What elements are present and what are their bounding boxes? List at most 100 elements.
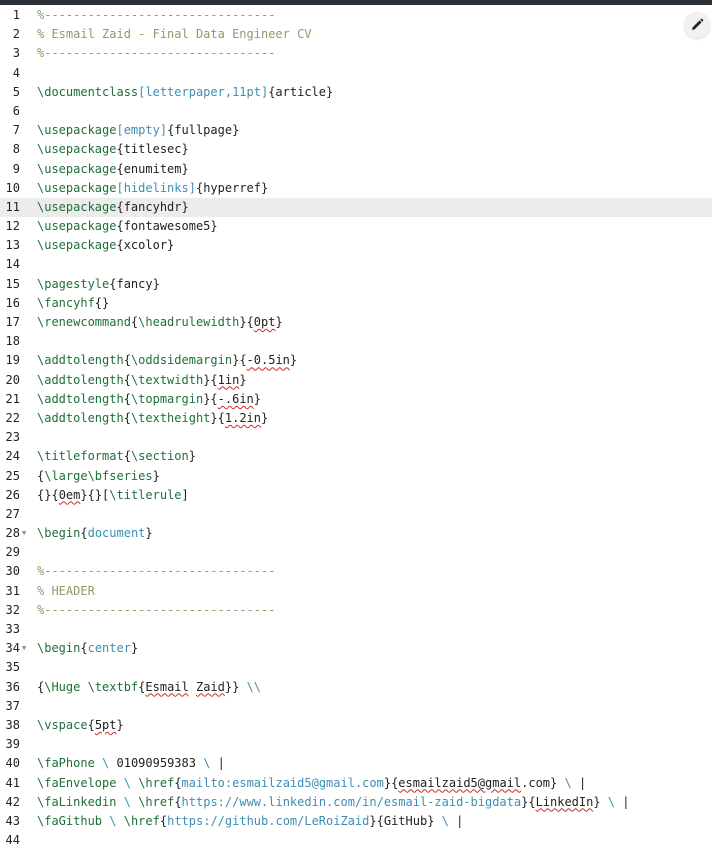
code-line[interactable]: 44 — [0, 831, 712, 849]
code-token: https://www.linkedin.com/in/esmail-zaid-… — [181, 794, 522, 809]
code-line[interactable]: 26 {}{0em}{}[\titlerule] — [0, 486, 712, 505]
line-number: 2 — [12, 27, 20, 42]
code-line[interactable]: 11 \usepackage{fancyhdr} — [0, 197, 712, 218]
code-token: \href — [138, 775, 175, 790]
line-number: 7 — [12, 123, 20, 138]
code-token: https://github.com/LeRoiZaid — [167, 813, 370, 828]
line-number: 12 — [5, 219, 20, 234]
code-text: \fancyhf{} — [37, 294, 109, 313]
code-line[interactable]: 21 \addtolength{\topmargin}{-.6in} — [0, 390, 712, 409]
code-line[interactable]: 4 — [0, 64, 712, 83]
code-token: { — [123, 449, 131, 464]
code-text: \usepackage{titlesec} — [37, 140, 189, 159]
line-number: 10 — [5, 180, 20, 195]
code-line[interactable]: 12 \usepackage{fontawesome5} — [0, 217, 712, 236]
code-line[interactable]: 3 %-------------------------------- — [0, 44, 712, 63]
line-number: 36 — [5, 679, 20, 694]
code-line[interactable]: 43 \faGithub \ \href{https://github.com/L… — [0, 812, 712, 831]
code-token: \renewcommand — [37, 315, 131, 329]
code-line[interactable]: 20 \addtolength{\textwidth}{1in} — [0, 371, 712, 390]
code-token: \faPhone — [37, 756, 95, 771]
code-line[interactable]: 32 %-------------------------------- — [0, 601, 712, 620]
code-line[interactable]: 7 \usepackage[empty]{fullpage} — [0, 121, 712, 140]
code-text: \faPhone \ 01090959383 \ | — [37, 754, 225, 773]
code-line[interactable]: 37 — [0, 697, 712, 716]
code-token: }{ — [210, 410, 225, 425]
code-token: \documentclass — [37, 84, 139, 99]
code-text: \titleformat{\section} — [37, 447, 196, 466]
fold-arrow-icon[interactable]: ▼ — [22, 524, 30, 543]
line-number: 6 — [12, 103, 20, 118]
line-number: 11 — [5, 199, 20, 214]
code-line[interactable]: 24 \titleformat{\section} — [0, 447, 712, 466]
code-line[interactable]: 34 ▼ \begin{center} — [0, 639, 712, 658]
code-line[interactable]: 5 \documentclass[letterpaper,11pt]{articl… — [0, 83, 712, 102]
code-line[interactable]: 36 {\Huge \textbf{Esmail Zaid}} \\ — [0, 678, 712, 697]
code-token: }{ — [383, 775, 399, 790]
code-line[interactable]: 38 \vspace{5pt} — [0, 716, 712, 735]
line-number: 34 — [5, 641, 20, 656]
code-line[interactable]: 41 \faEnvelope \ \href{mailto:esmailzaid5… — [0, 774, 712, 793]
code-line[interactable]: 39 — [0, 735, 712, 754]
code-token: \usepackage — [37, 180, 117, 195]
code-token: \fancyhf — [37, 295, 95, 310]
code-text: %-------------------------------- — [37, 601, 275, 620]
code-token: } — [593, 794, 608, 809]
code-line[interactable]: 1 %-------------------------------- — [0, 6, 712, 25]
code-line[interactable]: 15 \pagestyle{fancy} — [0, 275, 712, 294]
code-line[interactable]: 25 {\large\bfseries} — [0, 467, 712, 486]
code-line[interactable]: 23 — [0, 428, 712, 447]
line-number: 26 — [5, 487, 20, 502]
code-token: }{ — [203, 372, 218, 387]
line-number: 23 — [5, 430, 20, 445]
code-token: \ — [123, 775, 131, 790]
code-token: document — [87, 526, 146, 541]
code-token: 1in — [217, 372, 240, 387]
code-line[interactable]: 14 — [0, 255, 712, 274]
fold-arrow-icon[interactable]: ▼ — [22, 639, 30, 658]
code-line[interactable]: 16 \fancyhf{} — [0, 294, 712, 313]
code-line[interactable]: 2 % Esmail Zaid - Final Data Engineer CV — [0, 25, 712, 44]
code-token: { — [123, 353, 131, 368]
code-line[interactable]: 13 \usepackage{xcolor} — [0, 236, 712, 255]
line-number: 40 — [5, 756, 20, 771]
code-line[interactable]: 40 \faPhone \ 01090959383 \ | — [0, 754, 712, 773]
line-number: 21 — [5, 391, 20, 406]
code-editor[interactable]: 1 %-------------------------------- 2 % Esm… — [0, 6, 712, 849]
code-line[interactable]: 30 %-------------------------------- — [0, 562, 712, 581]
code-token: \Huge \textbf — [44, 679, 139, 694]
code-line[interactable]: 33 — [0, 620, 712, 639]
code-token: mailto:esmailzaid5@gmail.com — [181, 775, 384, 790]
code-line[interactable]: 31 % HEADER — [0, 582, 712, 601]
line-number: 30 — [5, 564, 20, 579]
line-number: 28 — [5, 526, 20, 541]
code-line[interactable]: 8 \usepackage{titlesec} — [0, 140, 712, 159]
code-line[interactable]: 35 — [0, 658, 712, 677]
line-number: 5 — [12, 84, 20, 99]
code-line[interactable]: 10 \usepackage[hidelinks]{hyperref} — [0, 179, 712, 198]
code-text: \begin{center} — [37, 639, 138, 658]
code-token: \ — [123, 794, 131, 809]
code-token: } — [188, 449, 196, 464]
line-number: 20 — [5, 372, 20, 387]
code-line[interactable]: 19 \addtolength{\oddsidemargin}{-0.5in} — [0, 351, 712, 370]
code-token: \vspace — [37, 717, 88, 732]
code-text: {}{0em}{}[\titlerule] — [37, 486, 189, 505]
code-line[interactable]: 28 ▼ \begin{document} — [0, 524, 712, 543]
code-line[interactable]: 27 — [0, 505, 712, 524]
code-line[interactable]: 9 \usepackage{enumitem} — [0, 160, 712, 179]
edit-button[interactable] — [684, 12, 710, 38]
code-line[interactable]: 6 — [0, 102, 712, 121]
code-token: }{ — [239, 315, 254, 329]
code-line[interactable]: 17 \renewcommand{\headrulewidth}{0pt} — [0, 313, 712, 332]
line-number: 37 — [5, 698, 20, 713]
code-line[interactable]: 22 \addtolength{\textheight}{1.2in} — [0, 409, 712, 428]
code-token: \titlerule — [109, 487, 182, 502]
code-line[interactable]: 42 \faLinkedin \ \href{https://www.linked… — [0, 793, 712, 812]
code-token: center — [87, 641, 131, 656]
code-token: } — [116, 717, 124, 732]
code-token: [hidelinks] — [116, 180, 196, 195]
code-token: \href — [123, 813, 160, 828]
code-line[interactable]: 29 — [0, 543, 712, 562]
code-line[interactable]: 18 — [0, 332, 712, 351]
